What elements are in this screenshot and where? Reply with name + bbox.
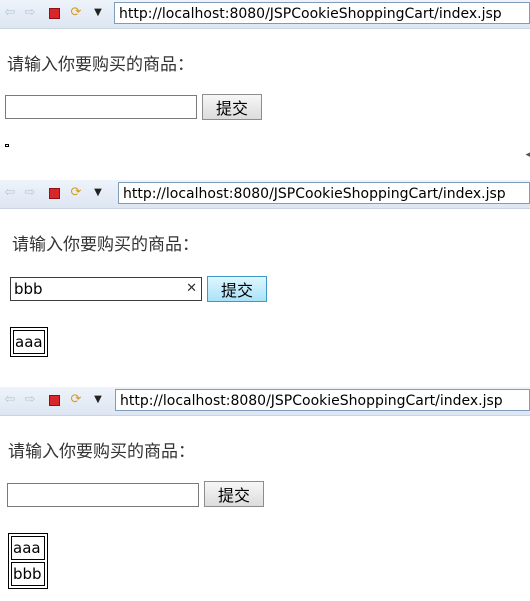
item-input[interactable] [7, 483, 199, 507]
cart-item: aaa [13, 330, 45, 354]
cart-item: bbb [11, 562, 45, 586]
submit-button[interactable]: 提交 [204, 481, 264, 507]
refresh-icon[interactable]: ⟳ [68, 185, 84, 201]
forward-arrow-icon[interactable]: ⇨ [22, 5, 38, 21]
stop-icon[interactable] [46, 5, 62, 21]
back-arrow-icon[interactable]: ⇦ [2, 392, 18, 408]
input-value: bbb [14, 280, 43, 298]
stop-icon[interactable] [46, 392, 62, 408]
stop-icon[interactable] [46, 185, 62, 201]
prompt-label: 请输入你要购买的商品： [7, 55, 194, 75]
forward-arrow-icon[interactable]: ⇨ [22, 392, 38, 408]
url-bar[interactable]: http://localhost:8080/JSPCookieShoppingC… [118, 182, 530, 204]
url-bar[interactable]: http://localhost:8080/JSPCookieShoppingC… [114, 2, 530, 24]
prompt-label: 请输入你要购买的商品： [12, 235, 199, 255]
scroll-arrow-icon[interactable]: ◂ [525, 150, 530, 160]
submit-button[interactable]: 提交 [207, 276, 267, 302]
menu-dropdown-icon[interactable]: ▼ [90, 185, 106, 201]
cart-item: aaa [11, 536, 45, 560]
url-bar[interactable]: http://localhost:8080/JSPCookieShoppingC… [115, 389, 530, 411]
empty-cart-table [5, 144, 9, 147]
refresh-icon[interactable]: ⟳ [68, 392, 84, 408]
browser-toolbar: ⇦ ⇨ ⟳ ▼ http://localhost:8080/JSPCookieS… [0, 387, 530, 416]
refresh-icon[interactable]: ⟳ [68, 5, 84, 21]
item-input[interactable]: bbb ✕ [10, 277, 202, 301]
prompt-label: 请输入你要购买的商品： [8, 442, 195, 462]
menu-dropdown-icon[interactable]: ▼ [90, 392, 106, 408]
back-arrow-icon[interactable]: ⇦ [2, 185, 18, 201]
cart-table: aaa bbb [8, 533, 48, 589]
browser-panel-1: ⇦ ⇨ ⟳ ▼ http://localhost:8080/JSPCookieS… [0, 0, 530, 168]
browser-toolbar: ⇦ ⇨ ⟳ ▼ http://localhost:8080/JSPCookieS… [0, 180, 530, 209]
item-input[interactable] [5, 95, 197, 119]
menu-dropdown-icon[interactable]: ▼ [90, 5, 106, 21]
browser-toolbar: ⇦ ⇨ ⟳ ▼ http://localhost:8080/JSPCookieS… [0, 0, 530, 29]
clear-input-icon[interactable]: ✕ [186, 278, 197, 300]
back-arrow-icon[interactable]: ⇦ [2, 5, 18, 21]
submit-button[interactable]: 提交 [202, 94, 262, 120]
cart-table: aaa [10, 327, 48, 357]
forward-arrow-icon[interactable]: ⇨ [22, 185, 38, 201]
